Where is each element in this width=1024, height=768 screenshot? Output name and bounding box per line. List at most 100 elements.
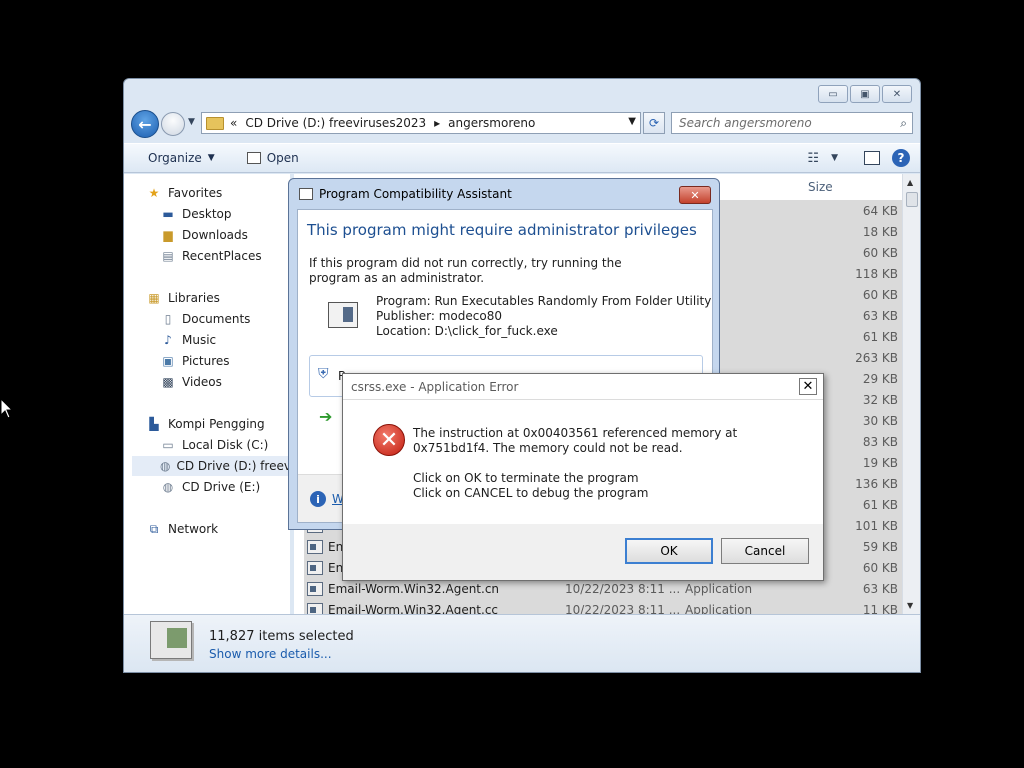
file-size: 61 KB <box>862 497 898 512</box>
app-icon <box>299 188 313 200</box>
error-title: csrss.exe - Application Error <box>351 380 519 394</box>
breadcrumb-cd-drive[interactable]: CD Drive (D:) freeviruses2023 <box>245 116 426 130</box>
file-size: 63 KB <box>862 308 898 323</box>
items-selected-count: 11,827 items selected <box>209 629 354 644</box>
file-row[interactable]: Email-Worm.Win32.Agent.cn 10/22/2023 8:11… <box>304 578 902 599</box>
green-arrow-icon[interactable]: ➔ <box>319 407 332 426</box>
refresh-button[interactable]: ⟳ <box>643 112 665 134</box>
help-icon[interactable]: ? <box>892 149 910 167</box>
error-message: The instruction at 0x00403561 referenced… <box>413 426 803 501</box>
change-view-icon[interactable]: ☷ <box>807 151 819 166</box>
pca-heading: This program might require administrator… <box>307 221 697 239</box>
nav-recent-label: RecentPlaces <box>182 249 262 263</box>
back-button[interactable]: ← <box>131 110 159 138</box>
preview-pane-icon[interactable] <box>864 151 880 165</box>
open-label: Open <box>266 151 299 165</box>
error-icon: ✕ <box>373 424 405 456</box>
desktop-icon: ▬ <box>162 207 174 221</box>
shield-icon: ⛨ <box>318 366 329 382</box>
vertical-scrollbar[interactable]: ▲ ▼ <box>902 174 920 614</box>
cd-drive-icon: ◍ <box>162 480 174 494</box>
file-name: Email-Worm.Win32.Agent.cc <box>328 602 499 615</box>
program-location: Location: D:\click_for_fuck.exe <box>376 324 558 338</box>
executable-icon <box>307 581 323 596</box>
organize-button[interactable]: Organize ▼ <box>148 151 215 165</box>
pca-title: Program Compatibility Assistant <box>319 187 512 201</box>
scroll-down-icon[interactable]: ▼ <box>907 601 913 610</box>
star-icon: ★ <box>148 186 160 200</box>
file-size: 83 KB <box>862 434 898 449</box>
file-size: 60 KB <box>862 560 898 575</box>
file-size: 63 KB <box>862 581 898 596</box>
mouse-cursor-icon <box>0 398 14 419</box>
forward-button[interactable] <box>161 112 185 136</box>
libraries-icon: ▦ <box>148 291 160 305</box>
file-size: 60 KB <box>862 287 898 302</box>
executable-icon <box>307 539 323 554</box>
pca-close-button[interactable]: ✕ <box>679 186 711 204</box>
file-size: 60 KB <box>862 245 898 260</box>
error-title-bar: csrss.exe - Application Error ✕ <box>343 374 823 400</box>
downloads-folder-icon: ▆ <box>163 228 173 242</box>
breadcrumb-angersmoreno[interactable]: angersmoreno <box>448 116 535 130</box>
documents-icon: ▯ <box>164 312 172 326</box>
program-publisher: Publisher: modeco80 <box>376 309 502 323</box>
view-dropdown-icon[interactable]: ▼ <box>831 153 838 163</box>
file-date: 10/22/2023 8:11 ... <box>565 581 681 596</box>
file-size: 19 KB <box>862 455 898 470</box>
scroll-up-icon[interactable]: ▲ <box>907 178 913 187</box>
address-bar[interactable]: « CD Drive (D:) freeviruses2023 ▸ angers… <box>201 112 641 134</box>
program-icon <box>328 302 358 328</box>
show-more-details-link[interactable]: Show more details... <box>209 647 332 661</box>
error-line-3: Click on CANCEL to debug the program <box>413 486 649 500</box>
pictures-icon: ▣ <box>162 354 174 368</box>
details-pane: 11,827 items selected Show more details.… <box>124 614 920 672</box>
nav-pictures-label: Pictures <box>182 354 230 368</box>
window-controls: ▭ ▣ ✕ <box>818 85 912 103</box>
file-size: 136 KB <box>855 476 898 491</box>
executable-icon <box>307 602 323 614</box>
nav-libraries-label: Libraries <box>168 291 220 305</box>
search-placeholder: Search angersmoreno <box>679 116 812 130</box>
file-size: 101 KB <box>855 518 898 533</box>
file-size: 263 KB <box>855 350 898 365</box>
nav-desktop-label: Desktop <box>182 207 232 221</box>
minimize-button[interactable]: ▭ <box>818 85 848 103</box>
search-input[interactable]: Search angersmoreno ⌕ <box>671 112 913 134</box>
address-dropdown-icon[interactable]: ▼ <box>628 116 636 127</box>
pca-description: If this program did not run correctly, t… <box>309 256 622 285</box>
file-size: 30 KB <box>862 413 898 428</box>
cancel-button[interactable]: Cancel <box>721 538 809 564</box>
search-icon[interactable]: ⌕ <box>900 116 907 131</box>
file-size: 64 KB <box>862 203 898 218</box>
recent-pages-dropdown[interactable]: ▼ <box>188 117 195 127</box>
scroll-thumb[interactable] <box>906 192 918 207</box>
videos-icon: ▩ <box>162 375 174 389</box>
file-row[interactable]: Email-Worm.Win32.Agent.cc 10/22/2023 8:11… <box>304 599 902 614</box>
file-size: 18 KB <box>862 224 898 239</box>
nav-cd-drive-d[interactable]: ◍ CD Drive (D:) freevir <box>132 456 290 476</box>
file-size: 59 KB <box>862 539 898 554</box>
nav-downloads-label: Downloads <box>182 228 248 242</box>
maximize-button[interactable]: ▣ <box>850 85 880 103</box>
open-button[interactable]: Open <box>246 151 299 165</box>
address-row: ← ▼ « CD Drive (D:) freeviruses2023 ▸ an… <box>124 107 920 141</box>
cd-drive-icon: ◍ <box>160 459 171 473</box>
hard-drive-icon: ▭ <box>162 438 174 452</box>
application-error-dialog: csrss.exe - Application Error ✕ ✕ The in… <box>342 373 824 581</box>
close-button[interactable]: ✕ <box>882 85 912 103</box>
breadcrumb-separator[interactable]: ▸ <box>434 116 440 130</box>
nav-cd-e-label: CD Drive (E:) <box>182 480 261 494</box>
open-icon <box>246 152 261 164</box>
column-header-size[interactable]: Size <box>808 180 833 194</box>
chevron-down-icon: ▼ <box>207 153 215 163</box>
nav-cd-d-label: CD Drive (D:) freevir <box>176 459 290 473</box>
nav-videos-label: Videos <box>182 375 222 389</box>
address-chevron[interactable]: « <box>230 116 237 130</box>
error-close-button[interactable]: ✕ <box>799 378 817 395</box>
executable-icon <box>307 560 323 575</box>
ok-button[interactable]: OK <box>625 538 713 564</box>
file-type: Application <box>685 581 753 596</box>
computer-icon: ▙ <box>149 417 159 431</box>
organize-label: Organize <box>148 151 202 165</box>
